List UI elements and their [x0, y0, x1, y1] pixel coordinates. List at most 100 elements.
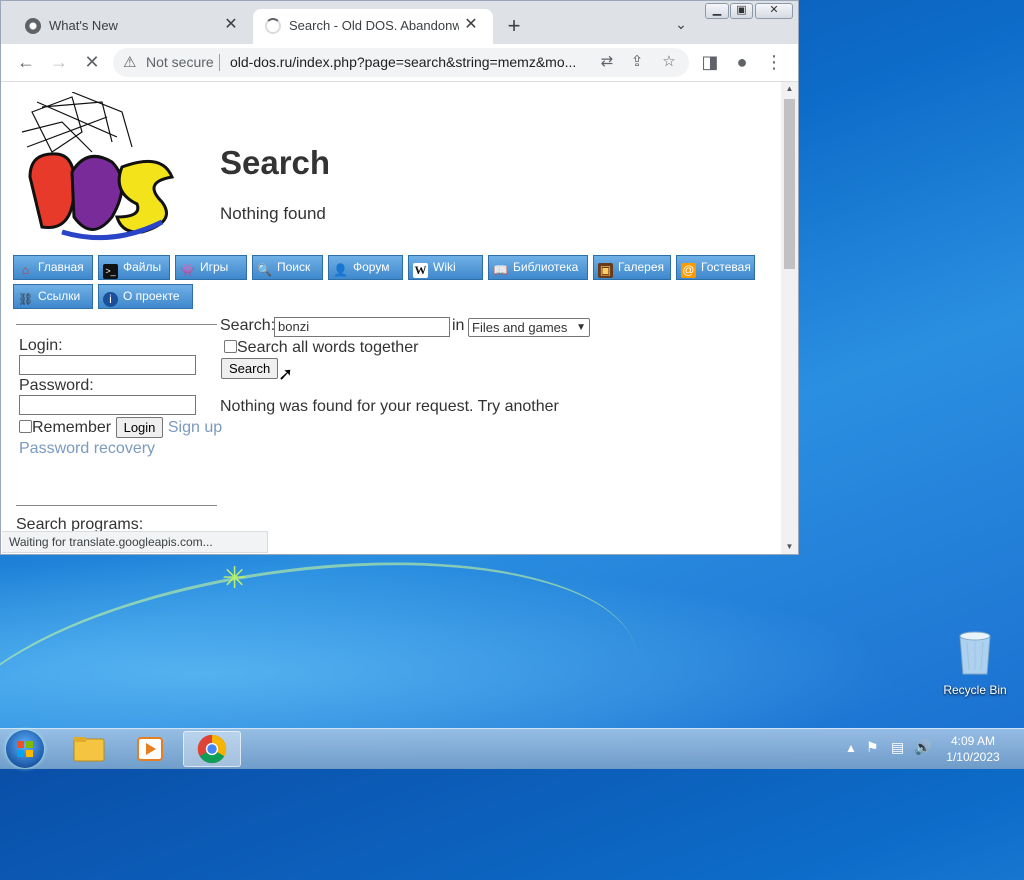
windows-logo-icon	[17, 741, 33, 757]
nav-links[interactable]: ⛓ Ссылки	[13, 284, 93, 309]
action-center-flag-icon[interactable]: ⚑	[866, 739, 879, 779]
maximize-button[interactable]: ▣	[730, 3, 753, 19]
login-label: Login:	[19, 337, 63, 354]
book-icon: 📖	[493, 263, 508, 277]
search-button[interactable]: Search	[221, 358, 279, 379]
ms-dos-logo	[21, 92, 175, 241]
menu-kebab-icon[interactable]: ⋮	[762, 50, 786, 74]
signup-link[interactable]: Sign up	[168, 419, 222, 436]
nav-label: Главная	[38, 260, 84, 274]
bookmark-star-icon[interactable]: ☆	[659, 52, 679, 72]
recycle-bin-label: Recycle Bin	[943, 683, 1007, 697]
all-words-label: Search all words together	[237, 339, 419, 356]
nav-forum[interactable]: 👤 Форум	[328, 255, 403, 280]
browser-window: What's New ✕ Search - Old DOS. Abandonwa…	[0, 0, 799, 555]
tab-search-old-dos[interactable]: Search - Old DOS. Abandonware ✕	[253, 9, 493, 44]
nav-files[interactable]: >_ Файлы	[98, 255, 170, 280]
taskbar: ▲ ⚑ ▤ 🔊 4:09 AM 1/10/2023	[0, 728, 1024, 769]
nav-label: Ссылки	[38, 289, 81, 303]
forward-arrow-icon[interactable]: →	[47, 50, 71, 74]
minimize-button[interactable]: ▁	[705, 3, 729, 19]
network-icon[interactable]: ▤	[891, 739, 904, 779]
warning-triangle-icon[interactable]: ⚠	[123, 53, 136, 71]
magnifier-icon: 🔍	[257, 263, 272, 277]
nav-label: Файлы	[123, 260, 162, 274]
picture-icon: ▣	[598, 263, 613, 278]
remember-checkbox[interactable]	[19, 420, 32, 433]
nav-search[interactable]: 🔍 Поиск	[252, 255, 323, 280]
nav-wiki[interactable]: W Wiki	[408, 255, 483, 280]
address-divider	[219, 54, 220, 71]
taskbar-media-player[interactable]	[121, 731, 179, 767]
sidebar-divider	[16, 324, 217, 325]
page-scrollbar[interactable]: ▲ ▼	[781, 82, 798, 554]
tab-close-icon[interactable]: ✕	[221, 15, 241, 35]
password-recovery-link[interactable]: Password recovery	[19, 440, 155, 457]
loading-spinner-icon	[265, 18, 281, 34]
nav-label: Гостевая	[701, 260, 751, 274]
recovery-row: Password recovery	[19, 440, 217, 458]
show-hidden-icons-arrow-icon[interactable]: ▲	[845, 741, 857, 781]
login-sidebar: Login: Password: Remember Login Sign up …	[16, 324, 222, 534]
url-text[interactable]: old-dos.ru/index.php?page=search&string=…	[230, 54, 590, 70]
media-player-icon	[137, 737, 163, 761]
stop-loading-icon[interactable]: ✕	[80, 50, 104, 74]
nav-gallery[interactable]: ▣ Галерея	[593, 255, 671, 280]
share-icon[interactable]: ⇪	[627, 52, 647, 72]
search-input[interactable]: bonzi	[274, 317, 450, 337]
all-words-checkbox[interactable]	[224, 340, 237, 353]
system-clock[interactable]: 4:09 AM 1/10/2023	[934, 733, 1012, 765]
profile-avatar-icon[interactable]: ●	[730, 50, 754, 74]
volume-icon[interactable]: 🔊	[914, 739, 931, 779]
close-window-button[interactable]: ✕	[755, 3, 793, 19]
side-panel-icon[interactable]: ◨	[698, 50, 722, 74]
nav-home[interactable]: ⌂ Главная	[13, 255, 93, 280]
remember-label: Remember	[32, 419, 112, 436]
remember-row: Remember Login Sign up	[19, 417, 222, 438]
chrome-favicon-icon	[25, 18, 41, 34]
search-scope-select[interactable]: Files and games ▼	[468, 318, 590, 337]
page-title: Search	[220, 144, 331, 181]
chrome-icon	[197, 734, 227, 764]
scroll-up-arrow-icon[interactable]: ▲	[781, 82, 798, 96]
address-bar[interactable]: ⚠ Not secure old-dos.ru/index.php?page=s…	[113, 48, 689, 77]
page-viewport: Search Nothing found ⌂ Главная >_ Файлы 👾 И…	[2, 82, 781, 554]
taskbar-chrome[interactable]	[183, 731, 241, 767]
nav-games[interactable]: 👾 Игры	[175, 255, 247, 280]
scrollbar-thumb[interactable]	[784, 99, 795, 269]
folder-icon	[73, 737, 105, 762]
back-arrow-icon[interactable]: ←	[14, 50, 38, 74]
tab-title: Search - Old DOS. Abandonware	[289, 18, 459, 33]
start-button[interactable]	[6, 730, 44, 768]
search-form: Search: bonzi in Files and games ▼ Search…	[220, 317, 590, 384]
tab-close-icon[interactable]: ✕	[461, 15, 481, 35]
nav-label: Галерея	[618, 260, 665, 274]
chevron-down-icon: ▼	[576, 322, 586, 333]
password-label: Password:	[19, 377, 94, 394]
tab-search-chevron-icon[interactable]: ⌄	[671, 16, 691, 36]
taskbar-explorer[interactable]	[60, 731, 118, 767]
info-icon: i	[103, 292, 118, 307]
nav-label: Форум	[353, 260, 390, 274]
wiki-icon: W	[413, 263, 428, 278]
tab-title: What's New	[49, 18, 118, 33]
recycle-bin[interactable]: Recycle Bin	[940, 630, 1010, 697]
terminal-icon: >_	[103, 264, 118, 279]
new-tab-plus-icon[interactable]: +	[503, 15, 525, 37]
nav-library[interactable]: 📖 Библиотека	[488, 255, 588, 280]
nav-about[interactable]: i О проекте	[98, 284, 193, 309]
tab-strip: What's New ✕ Search - Old DOS. Abandonwa…	[1, 1, 798, 44]
password-input[interactable]	[19, 395, 196, 415]
recycle-bin-icon	[959, 631, 991, 675]
nav-label: Игры	[200, 260, 229, 274]
login-input[interactable]	[19, 355, 196, 375]
scroll-down-arrow-icon[interactable]: ▼	[781, 540, 798, 554]
translate-icon[interactable]: ⇄	[597, 52, 617, 72]
nav-guestbook[interactable]: @ Гостевая	[676, 255, 755, 280]
login-button[interactable]: Login	[115, 417, 164, 438]
nav-label: Wiki	[433, 260, 456, 274]
page-subtitle: Nothing found	[220, 204, 326, 223]
tab-whats-new[interactable]: What's New ✕	[13, 9, 253, 44]
not-secure-label[interactable]: Not secure	[146, 54, 214, 70]
user-icon: 👤	[333, 263, 348, 277]
